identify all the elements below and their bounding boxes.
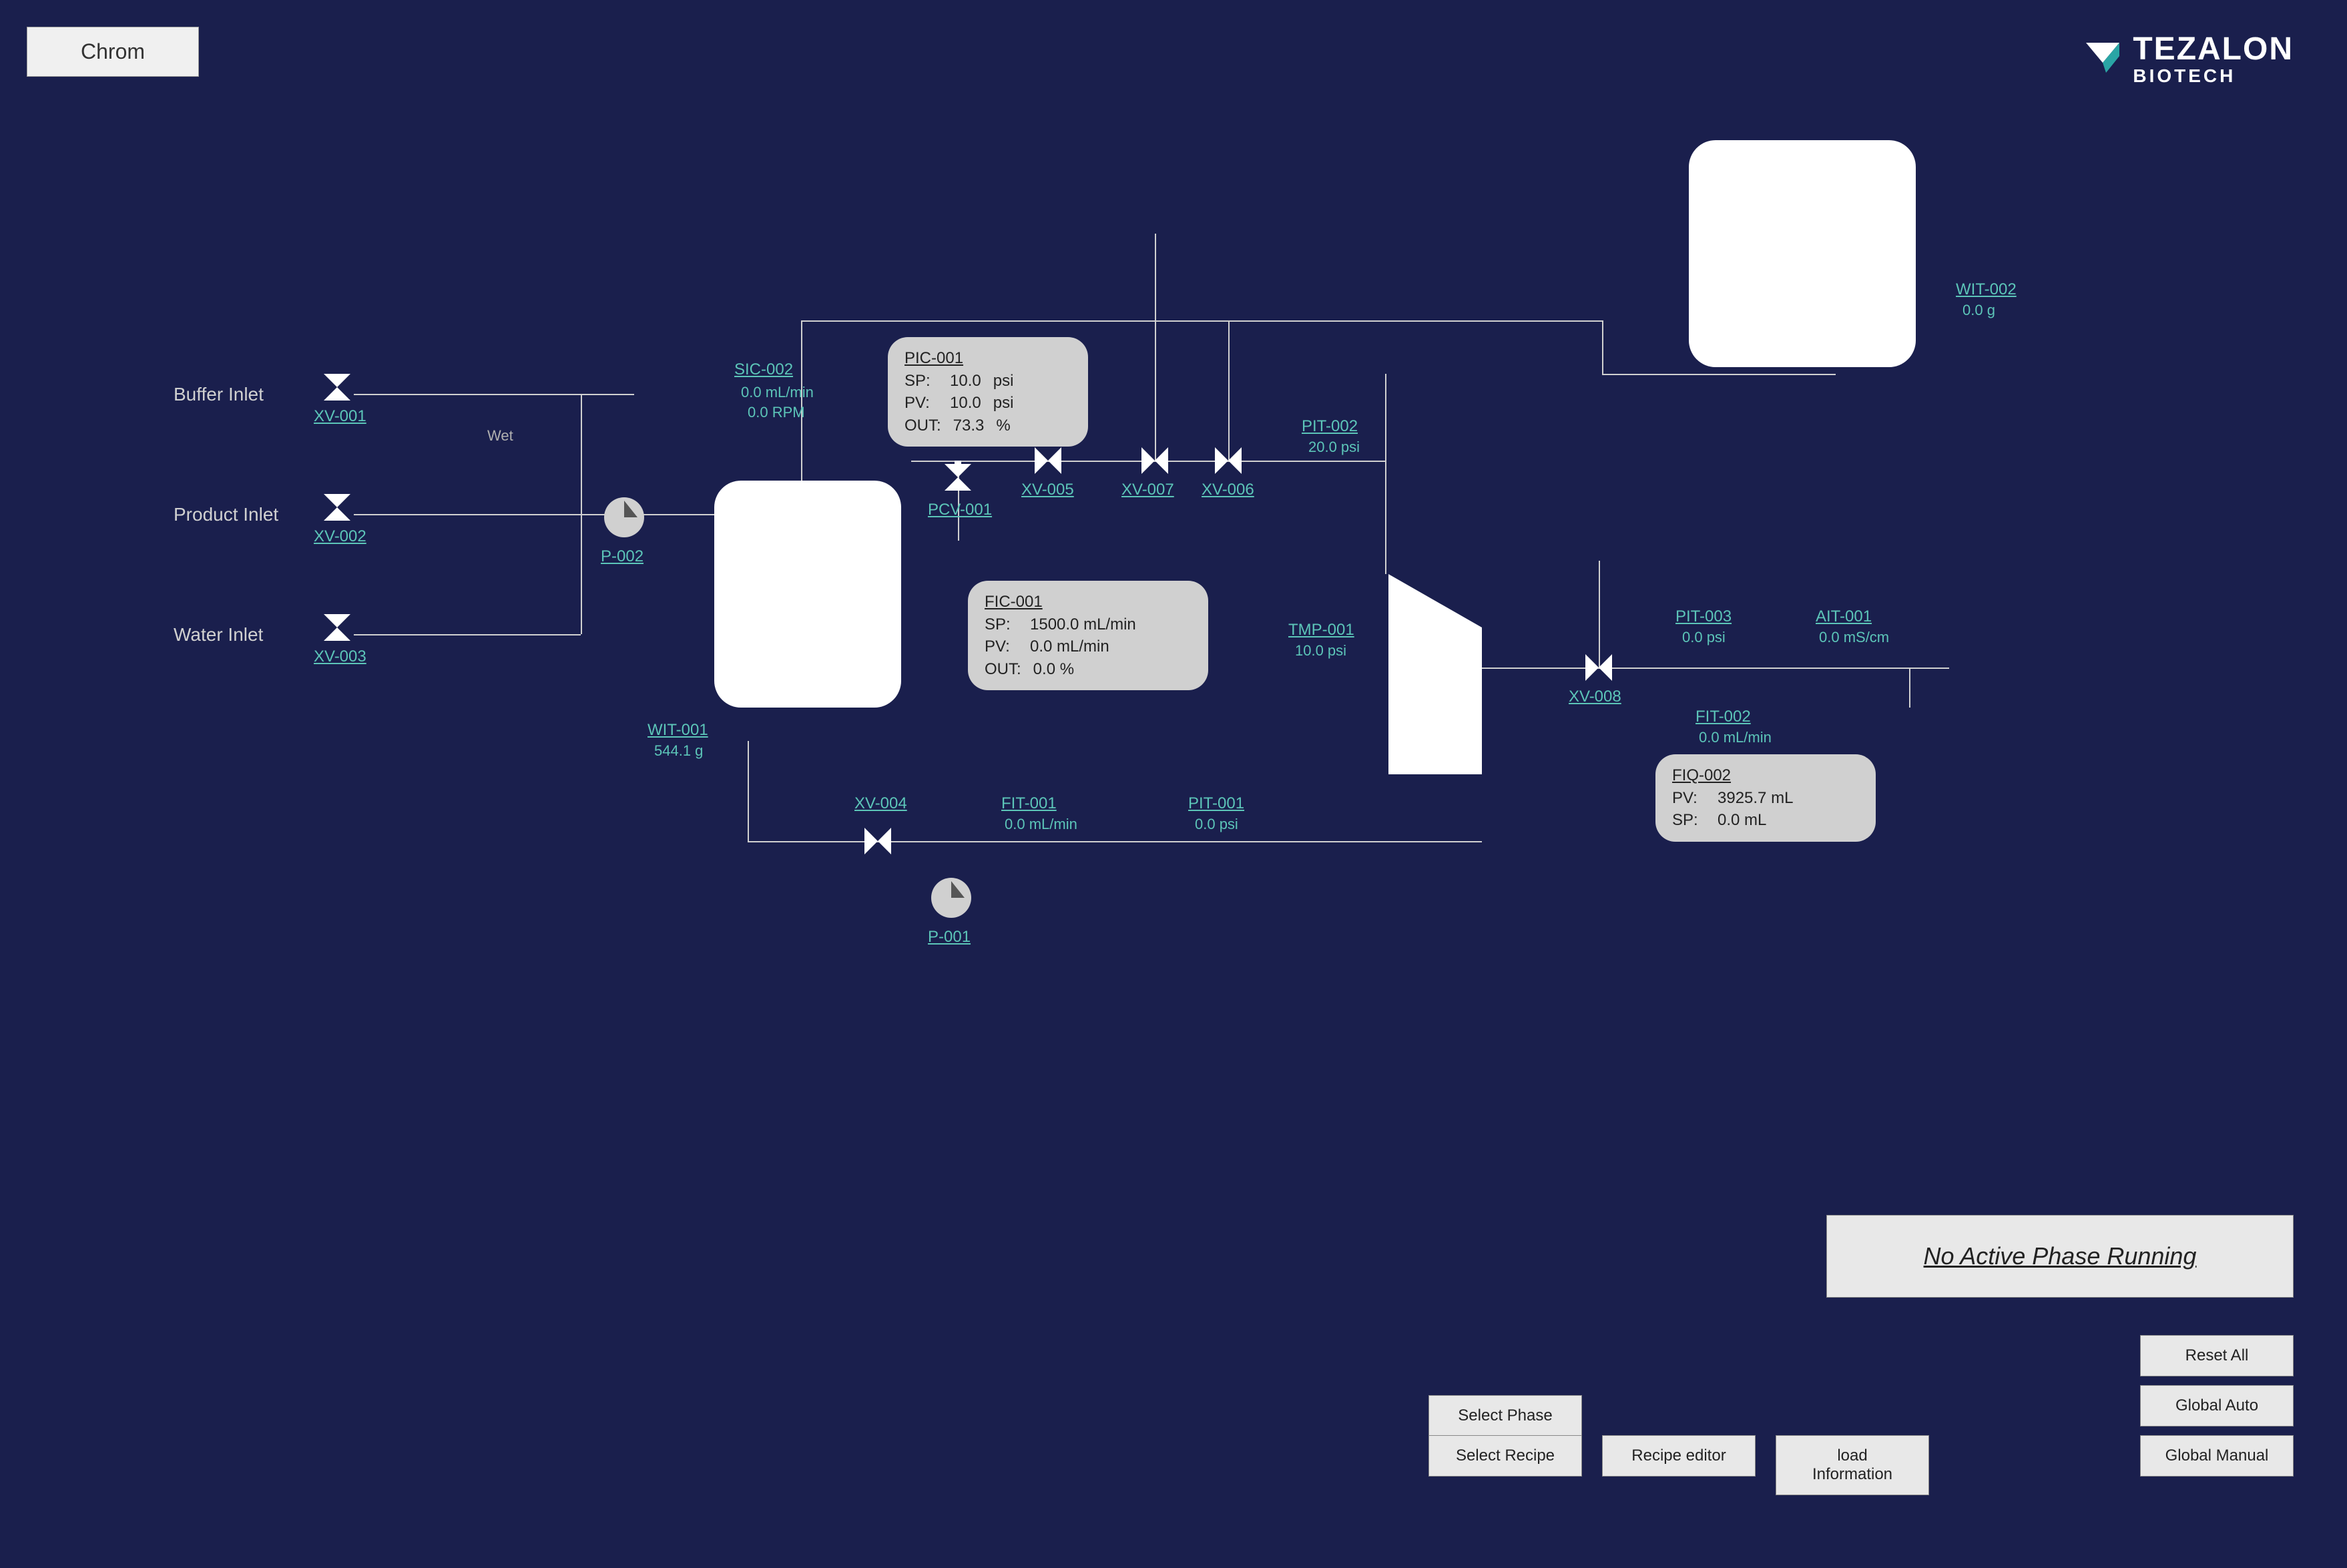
reading-wit-001: 544.1 g <box>654 742 703 760</box>
fic-001-title: FIC-001 <box>985 591 1192 613</box>
fiq-002-box[interactable]: FIQ-002 PV:3925.7 mL SP:0.0 mL <box>1655 754 1876 842</box>
logo-icon <box>2083 39 2123 79</box>
tank-1 <box>714 481 901 708</box>
wet-label: Wet <box>487 427 513 445</box>
global-auto-button[interactable]: Global Auto <box>2140 1385 2294 1426</box>
brand-name: TEZALON <box>2133 33 2294 65</box>
reading-sic-002-flow: 0.0 mL/min <box>741 384 814 401</box>
valve-xv-001[interactable] <box>320 370 354 404</box>
reading-sic-002-rpm: 0.0 RPM <box>748 404 805 421</box>
tag-pit-001: PIT-001 <box>1188 794 1244 813</box>
tag-pit-002: PIT-002 <box>1302 417 1358 436</box>
tag-xv-003: XV-003 <box>314 647 366 666</box>
tag-xv-004: XV-004 <box>854 794 907 813</box>
tag-wit-002: WIT-002 <box>1956 280 2017 299</box>
brand-sub: BIOTECH <box>2133 67 2294 85</box>
fiq-002-title: FIQ-002 <box>1672 764 1859 787</box>
tag-xv-005: XV-005 <box>1021 481 1074 499</box>
tag-p-001: P-001 <box>928 928 971 947</box>
reading-fit-002: 0.0 mL/min <box>1699 729 1772 746</box>
tag-ait-001: AIT-001 <box>1816 607 1872 626</box>
tag-xv-007: XV-007 <box>1121 481 1174 499</box>
load-information-button[interactable]: load Information <box>1776 1435 1929 1495</box>
column <box>1388 574 1482 774</box>
tank-2 <box>1689 140 1916 367</box>
tab-chrom[interactable]: Chrom <box>27 27 199 77</box>
brand-logo: TEZALON BIOTECH <box>2083 33 2294 85</box>
reading-wit-002: 0.0 g <box>1963 302 1995 319</box>
tag-xv-001: XV-001 <box>314 407 366 426</box>
status-box: No Active Phase Running <box>1826 1215 2294 1298</box>
reading-pit-002: 20.0 psi <box>1308 439 1360 456</box>
tag-wit-001: WIT-001 <box>647 721 708 740</box>
tag-pit-003: PIT-003 <box>1675 607 1732 626</box>
reading-pit-003: 0.0 psi <box>1682 629 1726 646</box>
product-inlet-label: Product Inlet <box>174 504 278 525</box>
recipe-editor-button[interactable]: Recipe editor <box>1602 1435 1756 1477</box>
global-manual-button[interactable]: Global Manual <box>2140 1435 2294 1477</box>
valve-xv-008[interactable] <box>1582 651 1615 684</box>
tag-sic-002: SIC-002 <box>734 360 793 379</box>
tag-tmp-001: TMP-001 <box>1288 621 1354 639</box>
select-recipe-button[interactable]: Select Recipe <box>1428 1435 1582 1477</box>
buffer-inlet-label: Buffer Inlet <box>174 384 264 405</box>
pump-p-001[interactable] <box>928 874 975 921</box>
tag-xv-006: XV-006 <box>1202 481 1254 499</box>
pic-001-title: PIC-001 <box>904 347 1071 370</box>
valve-pcv-001[interactable] <box>941 461 975 494</box>
tag-fit-002: FIT-002 <box>1696 708 1751 726</box>
pic-001-box[interactable]: PIC-001 SP:10.0psi PV:10.0psi OUT:73.3% <box>888 337 1088 447</box>
reading-tmp-001: 10.0 psi <box>1295 642 1346 660</box>
pump-p-002[interactable] <box>601 494 647 541</box>
valve-xv-003[interactable] <box>320 611 354 644</box>
fic-001-box[interactable]: FIC-001 SP:1500.0 mL/min PV:0.0 mL/min O… <box>968 581 1208 690</box>
valve-xv-004[interactable] <box>861 824 894 858</box>
tag-pcv-001: PCV-001 <box>928 501 992 519</box>
tag-p-002: P-002 <box>601 547 643 566</box>
tag-xv-008: XV-008 <box>1569 688 1621 706</box>
reading-pit-001: 0.0 psi <box>1195 816 1238 833</box>
process-diagram: Buffer Inlet XV-001 Product Inlet XV-002… <box>167 167 2169 1235</box>
valve-xv-007[interactable] <box>1138 444 1171 477</box>
reading-fit-001: 0.0 mL/min <box>1005 816 1077 833</box>
tag-xv-002: XV-002 <box>314 527 366 546</box>
select-phase-button[interactable]: Select Phase <box>1428 1395 1582 1436</box>
valve-xv-005[interactable] <box>1031 444 1065 477</box>
reset-all-button[interactable]: Reset All <box>2140 1335 2294 1376</box>
tag-fit-001: FIT-001 <box>1001 794 1057 813</box>
reading-ait-001: 0.0 mS/cm <box>1819 629 1889 646</box>
water-inlet-label: Water Inlet <box>174 624 263 645</box>
valve-xv-002[interactable] <box>320 491 354 524</box>
valve-xv-006[interactable] <box>1212 444 1245 477</box>
